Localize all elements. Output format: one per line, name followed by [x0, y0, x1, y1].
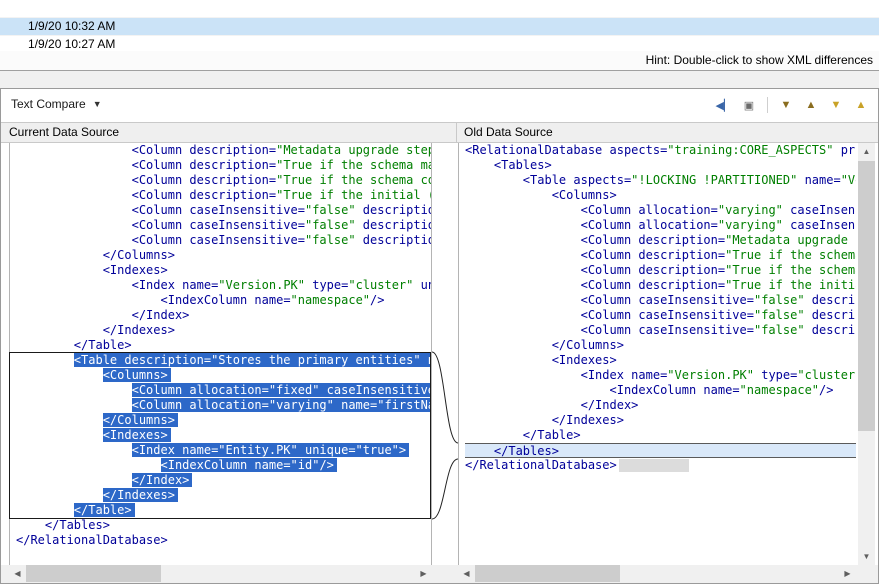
history-list[interactable]: 1/9/20 10:32 AM 1/9/20 10:27 AM — [0, 0, 879, 52]
code-line[interactable]: <Column caseInsensitive="false" descript… — [16, 233, 431, 248]
code-line[interactable]: <Table aspects="!LOCKING !PARTITIONED" n… — [465, 173, 856, 188]
left-horizontal-scroll-thumb[interactable] — [26, 565, 161, 582]
code-line[interactable]: </Columns> — [465, 338, 856, 353]
code-line[interactable]: <Indexes> — [465, 353, 856, 368]
code-line[interactable]: <Column allocation="varying" caseInsensi… — [465, 218, 856, 233]
bottom-scroll-area: ◀ ▶ ◀ ▶ — [1, 565, 878, 583]
header-divider — [456, 123, 457, 142]
code-line[interactable]: </Indexes> — [465, 413, 856, 428]
code-line[interactable]: <IndexColumn name="id"/> — [16, 458, 431, 473]
code-line[interactable]: </Table> — [465, 428, 856, 443]
code-line[interactable]: <Index name="Version.PK" type="cluster" … — [16, 278, 431, 293]
compare-mode-dropdown[interactable]: Text Compare ▼ — [11, 97, 102, 111]
compare-mode-label: Text Compare — [11, 97, 86, 111]
code-line[interactable]: <Tables> — [465, 158, 856, 173]
code-line[interactable]: </Indexes> — [16, 323, 431, 338]
panel-gap — [0, 71, 879, 88]
chevron-down-icon: ▼ — [93, 99, 102, 109]
code-line[interactable]: <Table description="Stores the primary e… — [16, 353, 431, 368]
code-line[interactable]: <Columns> — [465, 188, 856, 203]
code-line[interactable]: <Column description="Metadata upgrade st… — [465, 233, 856, 248]
code-line[interactable]: <IndexColumn name="namespace"/> — [465, 383, 856, 398]
code-line[interactable]: </Columns> — [16, 413, 431, 428]
scroll-left-button[interactable]: ◀ — [9, 565, 26, 582]
scroll-up-button[interactable]: ▲ — [858, 143, 875, 160]
code-line[interactable]: <Column allocation="varying" caseInsensi… — [465, 203, 856, 218]
copy-current-change-icon[interactable]: ▣ — [738, 96, 760, 114]
history-row-label: 1/9/20 10:27 AM — [28, 37, 115, 51]
code-line[interactable]: </RelationalDatabase> — [16, 533, 431, 548]
code-line[interactable]: <Column description="True if the initial… — [16, 188, 431, 203]
code-line[interactable]: </Index> — [16, 308, 431, 323]
left-horizontal-scrollbar: ◀ ▶ — [9, 565, 432, 582]
scroll-right-button[interactable]: ▶ — [415, 565, 432, 582]
history-row-label: 1/9/20 10:32 AM — [28, 19, 115, 33]
insertion-marker — [619, 459, 689, 472]
right-pane-title: Old Data Source — [464, 125, 553, 139]
left-pane-title: Current Data Source — [9, 125, 119, 139]
right-horizontal-scrollbar: ◀ ▶ — [458, 565, 856, 582]
code-line[interactable]: </Table> — [16, 338, 431, 353]
code-line[interactable]: <Indexes> — [16, 428, 431, 443]
compare-header: Text Compare ▼ ◀▏▣▼▲▼▲ — [1, 89, 878, 122]
code-line[interactable]: <Column description="True if the schema … — [16, 158, 431, 173]
diff-connector-area — [432, 143, 458, 565]
code-line[interactable]: </Tables> — [16, 518, 431, 533]
column-headers: Current Data Source Old Data Source — [1, 122, 878, 143]
code-line[interactable]: </Index> — [465, 398, 856, 413]
left-editor-pane[interactable]: <Column description="Metadata upgrade st… — [9, 143, 432, 565]
code-line[interactable]: <Column caseInsensitive="false" descript… — [16, 203, 431, 218]
code-line[interactable]: <Column description="True if the schema … — [465, 248, 856, 263]
code-line[interactable]: </Table> — [16, 503, 431, 518]
code-line[interactable]: <Column description="True if the schema … — [465, 263, 856, 278]
code-line[interactable]: <Column caseInsensitive="false" descript… — [16, 218, 431, 233]
compare-toolbar: ◀▏▣▼▲▼▲ — [713, 96, 872, 114]
diff-connector-curves — [432, 143, 458, 565]
history-row[interactable]: 1/9/20 10:32 AM — [0, 18, 879, 36]
hint-text: Hint: Double-click to show XML differenc… — [646, 53, 873, 67]
code-line[interactable]: <Indexes> — [16, 263, 431, 278]
code-line[interactable]: <Index name="Entity.PK" unique="true"> — [16, 443, 431, 458]
code-line[interactable]: <Columns> — [16, 368, 431, 383]
code-line[interactable]: <Column description="True if the initial… — [465, 278, 856, 293]
swap-left-right-icon[interactable]: ◀▏ — [713, 96, 735, 114]
history-row[interactable] — [0, 0, 879, 18]
right-horizontal-scroll-thumb[interactable] — [475, 565, 620, 582]
code-line[interactable]: <Column caseInsensitive="false" descript… — [465, 323, 856, 338]
code-line[interactable]: <Column allocation="fixed" caseInsensiti… — [16, 383, 431, 398]
vertical-scroll-thumb[interactable] — [858, 161, 875, 431]
code-line[interactable]: <Column allocation="varying" name="first… — [16, 398, 431, 413]
scroll-right-button[interactable]: ▶ — [839, 565, 856, 582]
toolbar-divider — [767, 97, 768, 113]
code-line[interactable]: </Tables> — [465, 443, 856, 458]
code-line[interactable]: </RelationalDatabase> — [465, 458, 856, 473]
compare-panel: Text Compare ▼ ◀▏▣▼▲▼▲ Current Data Sour… — [0, 88, 879, 584]
code-line[interactable]: <Column caseInsensitive="false" descript… — [465, 293, 856, 308]
code-line[interactable]: <Column description="Metadata upgrade st… — [16, 143, 431, 158]
hint-bar: Hint: Double-click to show XML differenc… — [0, 51, 879, 71]
code-line[interactable]: <Column description="True if the schema … — [16, 173, 431, 188]
previous-change-icon[interactable]: ▲ — [850, 96, 872, 114]
scroll-left-button[interactable]: ◀ — [458, 565, 475, 582]
compare-content: <Column description="Metadata upgrade st… — [1, 143, 878, 565]
code-line[interactable]: </Index> — [16, 473, 431, 488]
code-line[interactable]: <RelationalDatabase aspects="training:CO… — [465, 143, 856, 158]
vertical-scrollbar: ▲ ▼ — [858, 143, 875, 565]
code-line[interactable]: <IndexColumn name="namespace"/> — [16, 293, 431, 308]
previous-difference-icon[interactable]: ▲ — [800, 96, 822, 114]
next-change-icon[interactable]: ▼ — [825, 96, 847, 114]
scroll-down-button[interactable]: ▼ — [858, 548, 875, 565]
code-line[interactable]: </Indexes> — [16, 488, 431, 503]
next-difference-icon[interactable]: ▼ — [775, 96, 797, 114]
code-line[interactable]: <Index name="Version.PK" type="cluster" … — [465, 368, 856, 383]
code-line[interactable]: </Columns> — [16, 248, 431, 263]
right-editor-pane[interactable]: <RelationalDatabase aspects="training:CO… — [458, 143, 856, 565]
code-line[interactable]: <Column caseInsensitive="false" descript… — [465, 308, 856, 323]
